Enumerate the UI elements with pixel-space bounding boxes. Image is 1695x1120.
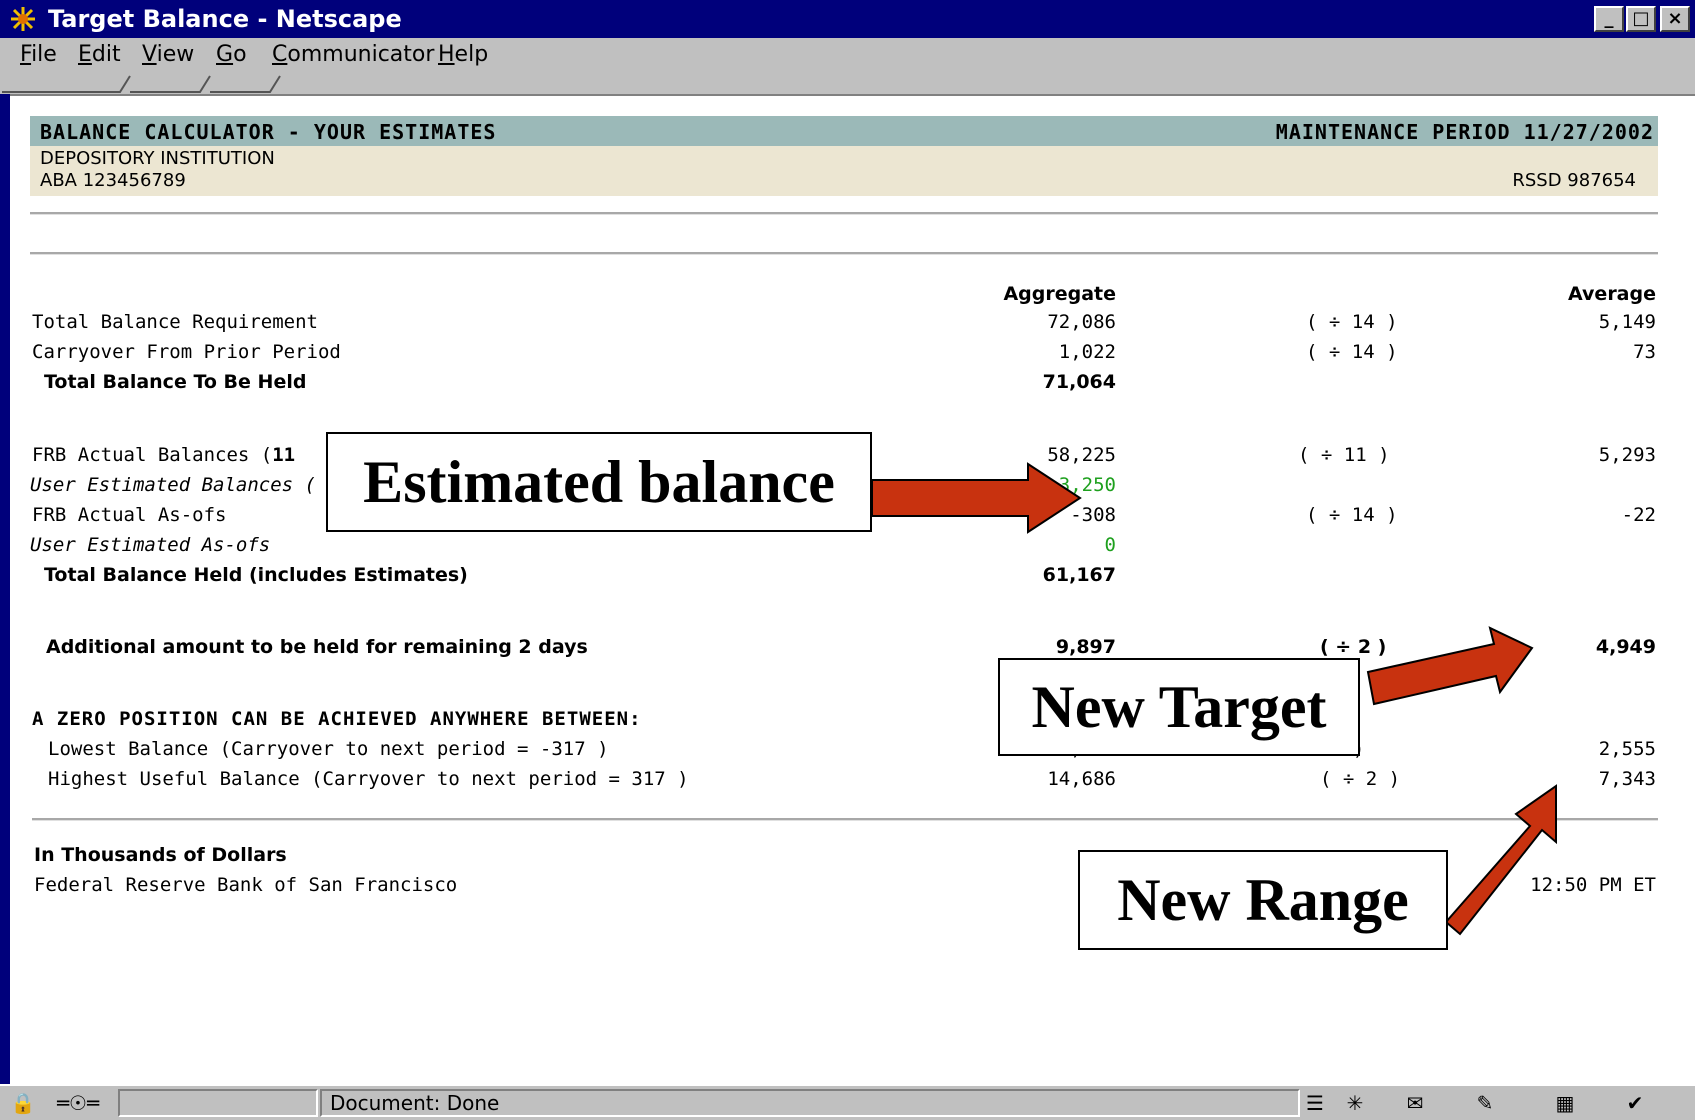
- security-icon[interactable]: ✔: [1620, 1090, 1650, 1116]
- callout-estimated-balance: Estimated balance: [326, 432, 872, 532]
- callout-new-target: New Target: [998, 658, 1360, 756]
- callout-new-range: New Range: [1078, 850, 1448, 950]
- connection-icon: ═☉═: [56, 1091, 99, 1115]
- arrow-target-icon: [1366, 626, 1534, 706]
- component-icon[interactable]: ☰: [1300, 1090, 1330, 1116]
- arrow-range-icon: [1444, 784, 1557, 936]
- arrow-estimated-icon: [871, 462, 1082, 534]
- composer-icon[interactable]: ▦: [1550, 1090, 1580, 1116]
- annotation-arrows: [871, 462, 1557, 936]
- status-bar: 🔒 ═☉═ Document: Done ☰ ✳ ✉ ✎ ▦ ✔: [0, 1084, 1695, 1120]
- status-text: Document: Done: [320, 1089, 1300, 1117]
- mail-icon[interactable]: ✉: [1400, 1090, 1430, 1116]
- navigator-icon[interactable]: ✳: [1340, 1090, 1370, 1116]
- lock-icon[interactable]: 🔒: [8, 1090, 38, 1116]
- discussion-icon[interactable]: ✎: [1470, 1090, 1500, 1116]
- progress-box: [118, 1089, 318, 1117]
